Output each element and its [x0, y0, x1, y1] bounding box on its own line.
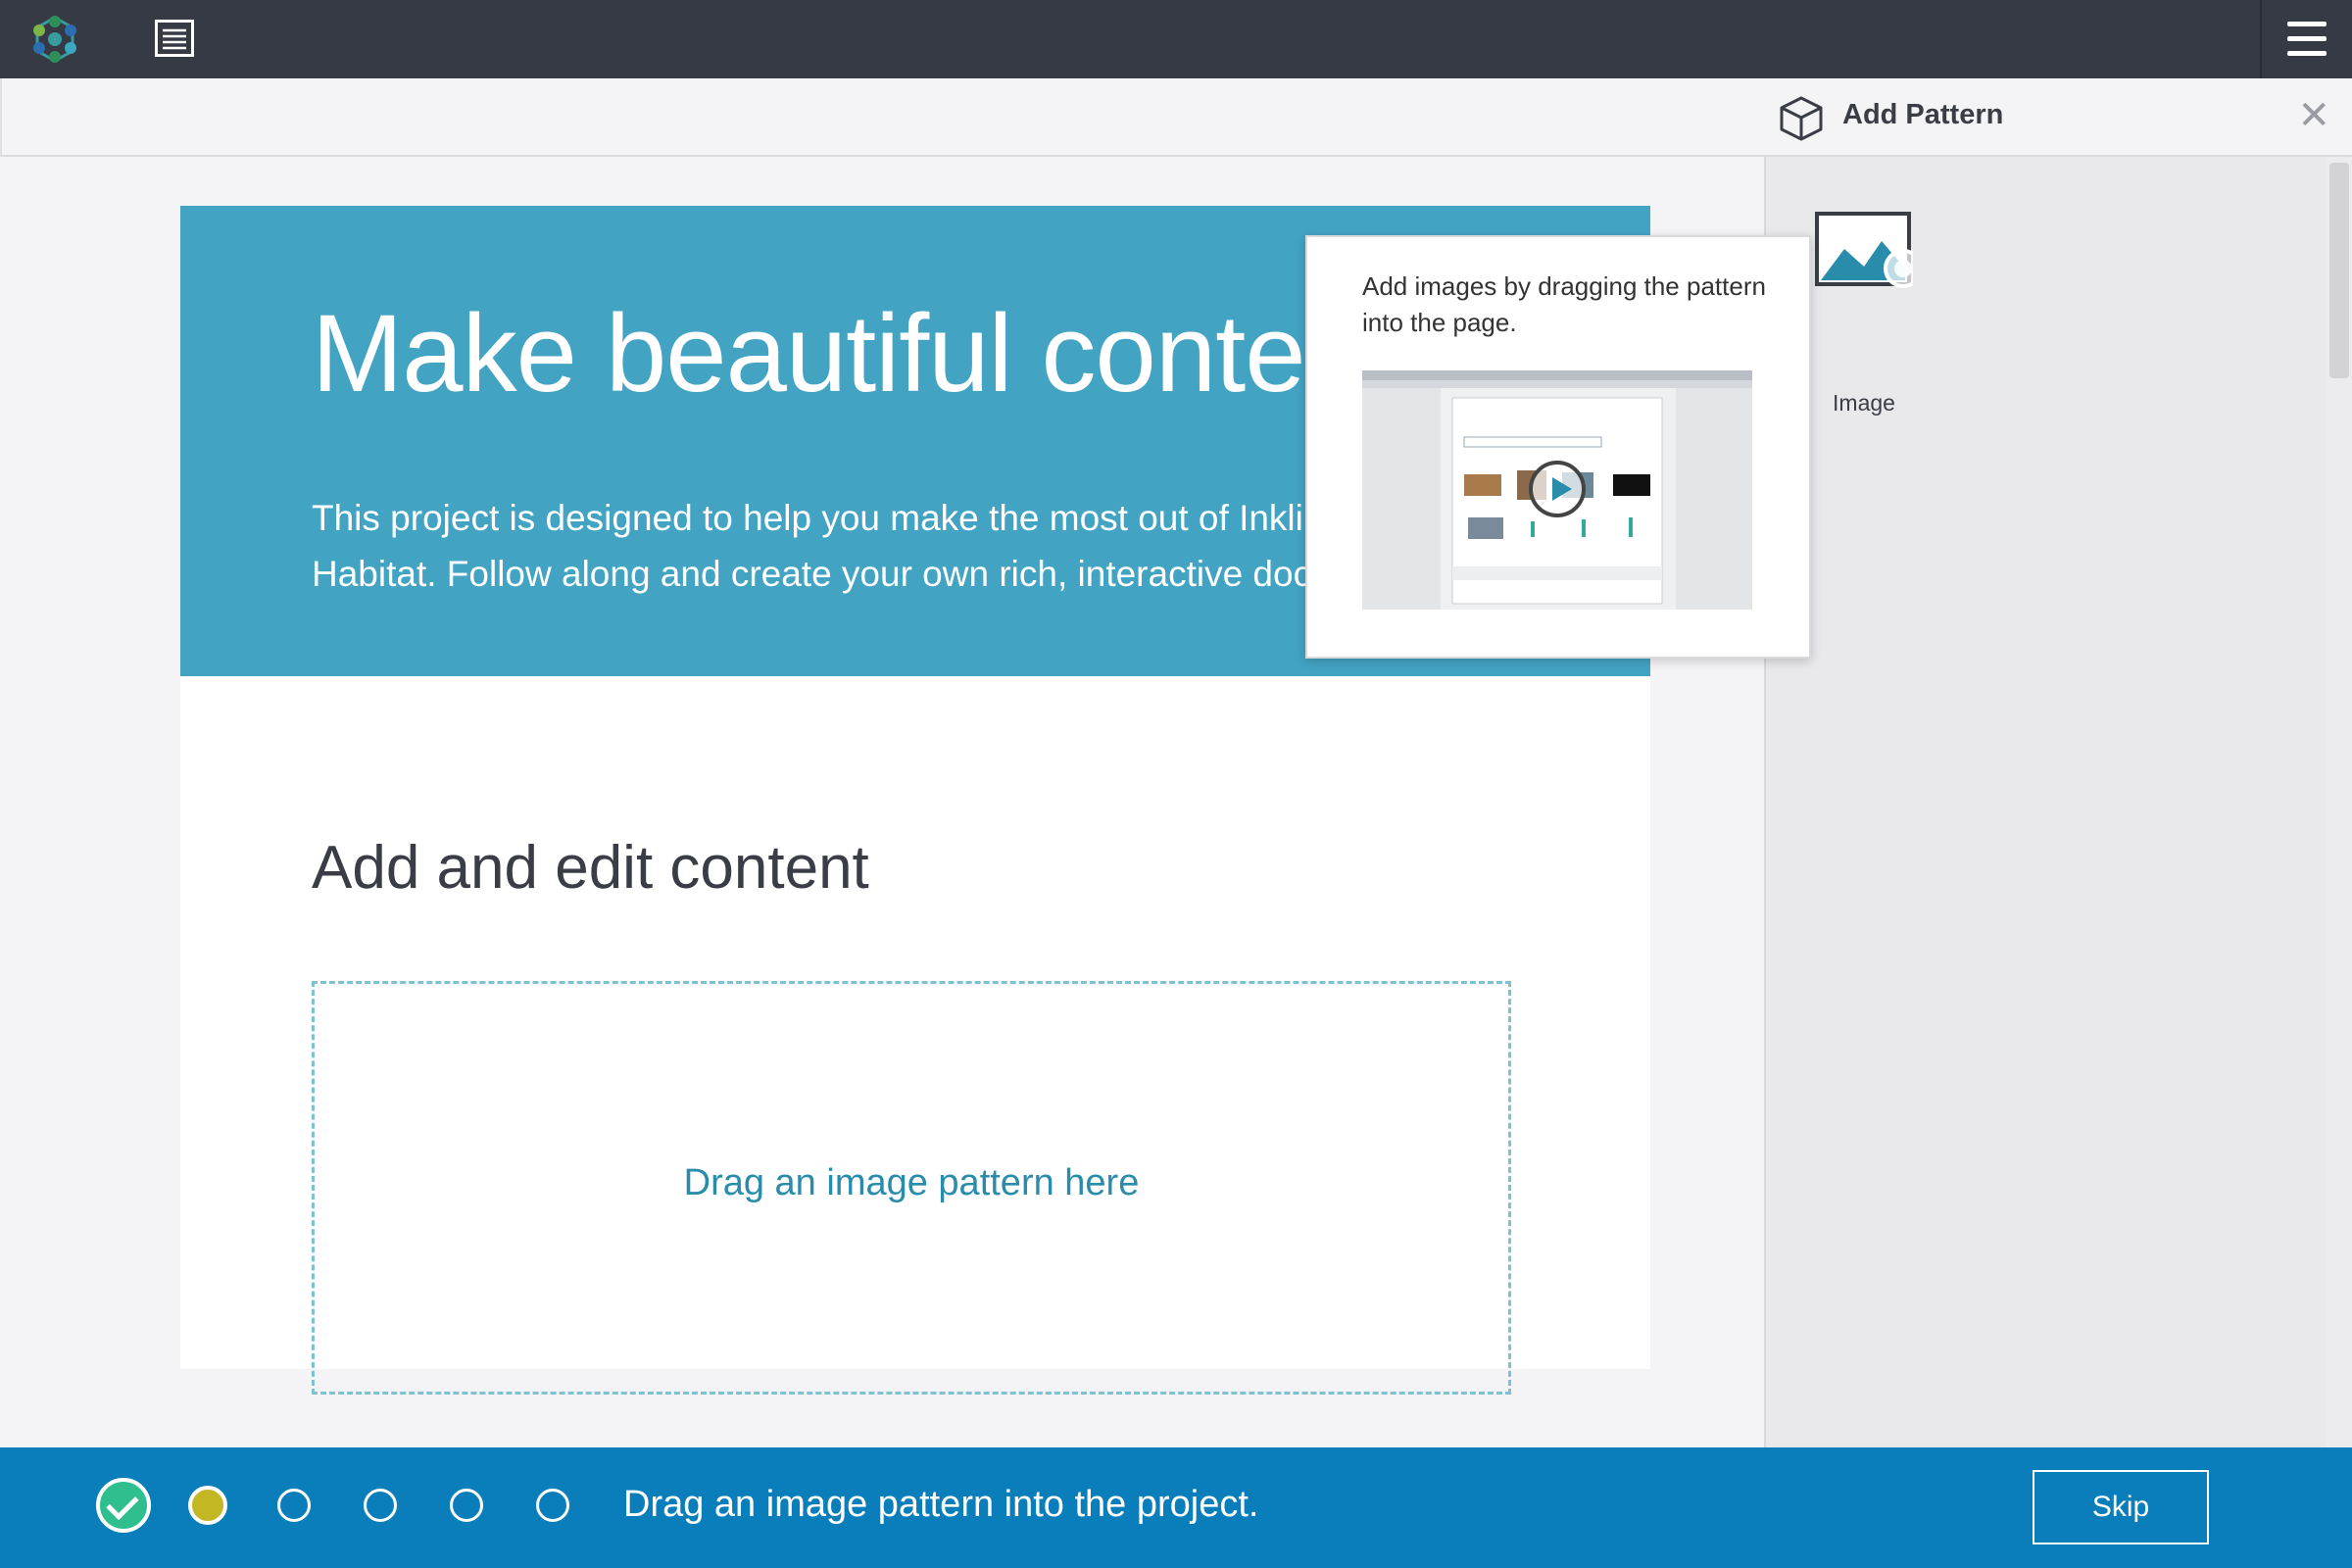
panel-header: Add Pattern ✕ — [1766, 78, 2352, 157]
image-drop-zone[interactable]: Drag an image pattern here — [312, 981, 1511, 1395]
cube-icon — [1780, 96, 1823, 141]
hamburger-menu-button[interactable] — [2260, 0, 2352, 78]
tutorial-tooltip: Add images by dragging the pattern into … — [1305, 235, 1811, 659]
editor-toolbar — [0, 78, 1766, 157]
panel-title: Add Pattern — [1842, 99, 2004, 130]
logo-icon[interactable] — [29, 14, 80, 65]
step-2-current-indicator — [188, 1486, 227, 1525]
tutorial-instruction: Drag an image pattern into the project. — [623, 1484, 1259, 1525]
step-5-indicator — [450, 1489, 483, 1522]
top-bar — [0, 0, 2352, 78]
step-4-indicator — [364, 1489, 397, 1522]
step-6-indicator — [536, 1489, 569, 1522]
scrollbar-thumb[interactable] — [2329, 163, 2349, 378]
dropzone-label: Drag an image pattern here — [683, 1162, 1140, 1203]
pattern-image[interactable]: Image — [1815, 212, 1913, 417]
tutorial-video-thumbnail[interactable] — [1362, 370, 1752, 610]
tutorial-progress-bar: Drag an image pattern into the project. … — [0, 1447, 2352, 1568]
document-outline-icon[interactable] — [155, 20, 194, 57]
play-icon[interactable] — [1529, 461, 1586, 517]
skip-button[interactable]: Skip — [2033, 1470, 2209, 1544]
panel-scrollbar[interactable] — [2327, 157, 2352, 1447]
section-title[interactable]: Add and edit content — [312, 833, 869, 903]
tooltip-text: Add images by dragging the pattern into … — [1362, 271, 1766, 337]
image-icon — [1815, 212, 1913, 288]
hero-title[interactable]: Make beautiful content — [312, 290, 1396, 416]
pattern-label: Image — [1833, 390, 1895, 416]
step-3-indicator — [277, 1489, 311, 1522]
add-pattern-panel: Add Pattern ✕ Image — [1766, 78, 2352, 1447]
step-1-completed-icon — [96, 1478, 151, 1533]
hero-body[interactable]: This project is designed to help you mak… — [312, 490, 1468, 602]
close-icon[interactable]: ✕ — [2297, 96, 2330, 135]
menu-icon — [2287, 22, 2327, 26]
